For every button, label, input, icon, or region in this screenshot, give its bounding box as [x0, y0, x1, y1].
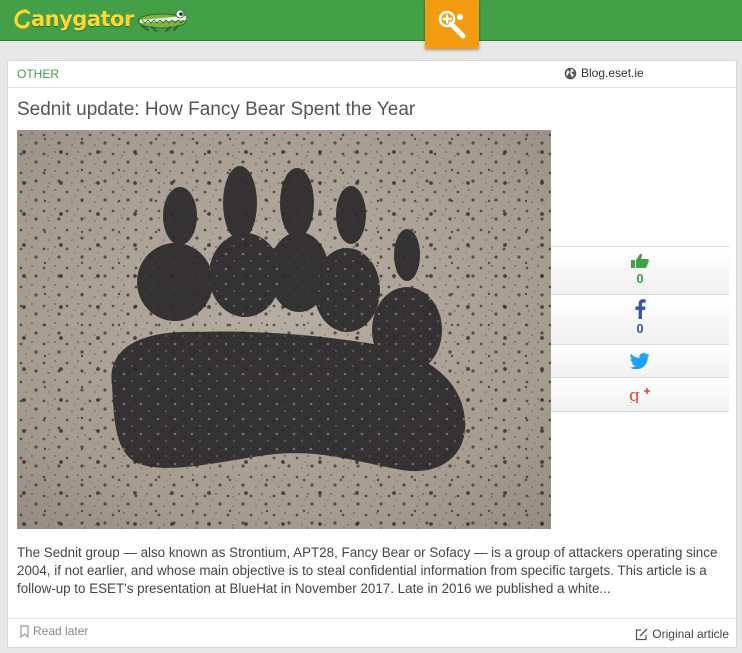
top-bar: anygator: [0, 0, 742, 49]
source-name: Blog.eset.ie: [581, 66, 644, 80]
bookmark-icon: [20, 624, 29, 638]
facebook-share-button[interactable]: 0: [551, 295, 729, 345]
twitter-icon: [630, 353, 650, 369]
social-panel: 0 0 g: [551, 246, 729, 412]
bear-paw-photo: [17, 130, 551, 529]
compose-feature-button[interactable]: [425, 0, 479, 49]
like-button[interactable]: 0: [551, 246, 729, 295]
facebook-icon: [635, 299, 646, 319]
google-plus-icon: g: [629, 387, 650, 403]
alligator-icon: [137, 9, 187, 32]
original-article-link[interactable]: Original article: [635, 627, 729, 641]
like-count: 0: [636, 271, 644, 286]
category-label[interactable]: OTHER: [17, 67, 59, 81]
bookmark-compose-icon: [438, 10, 466, 38]
thumbs-up-icon: [631, 253, 649, 268]
svg-text:g: g: [629, 387, 640, 403]
brand-name: anygator: [31, 7, 134, 31]
twitter-share-button[interactable]: [551, 345, 729, 378]
external-edit-icon: [636, 628, 648, 640]
globe-icon: [564, 67, 577, 79]
article-image[interactable]: [17, 130, 551, 529]
brand-logo[interactable]: anygator: [14, 4, 192, 34]
google-plus-share-button[interactable]: g: [551, 378, 729, 412]
source-link[interactable]: Blog.eset.ie: [564, 66, 644, 80]
facebook-count: 0: [636, 321, 644, 336]
article-title[interactable]: Sednit update: How Fancy Bear Spent the …: [17, 99, 415, 121]
read-later-label: Read later: [33, 624, 89, 638]
card-footer: Read later Original article: [8, 618, 736, 648]
card-header: OTHER Blog.eset.ie: [8, 61, 736, 88]
article-card: OTHER Blog.eset.ie Sednit update: How Fa…: [7, 60, 737, 648]
original-article-label: Original article: [652, 627, 729, 641]
logo-hook-icon: [14, 9, 30, 29]
read-later-button[interactable]: Read later: [20, 624, 88, 638]
article-excerpt: The Sednit group — also known as Stronti…: [17, 545, 718, 596]
